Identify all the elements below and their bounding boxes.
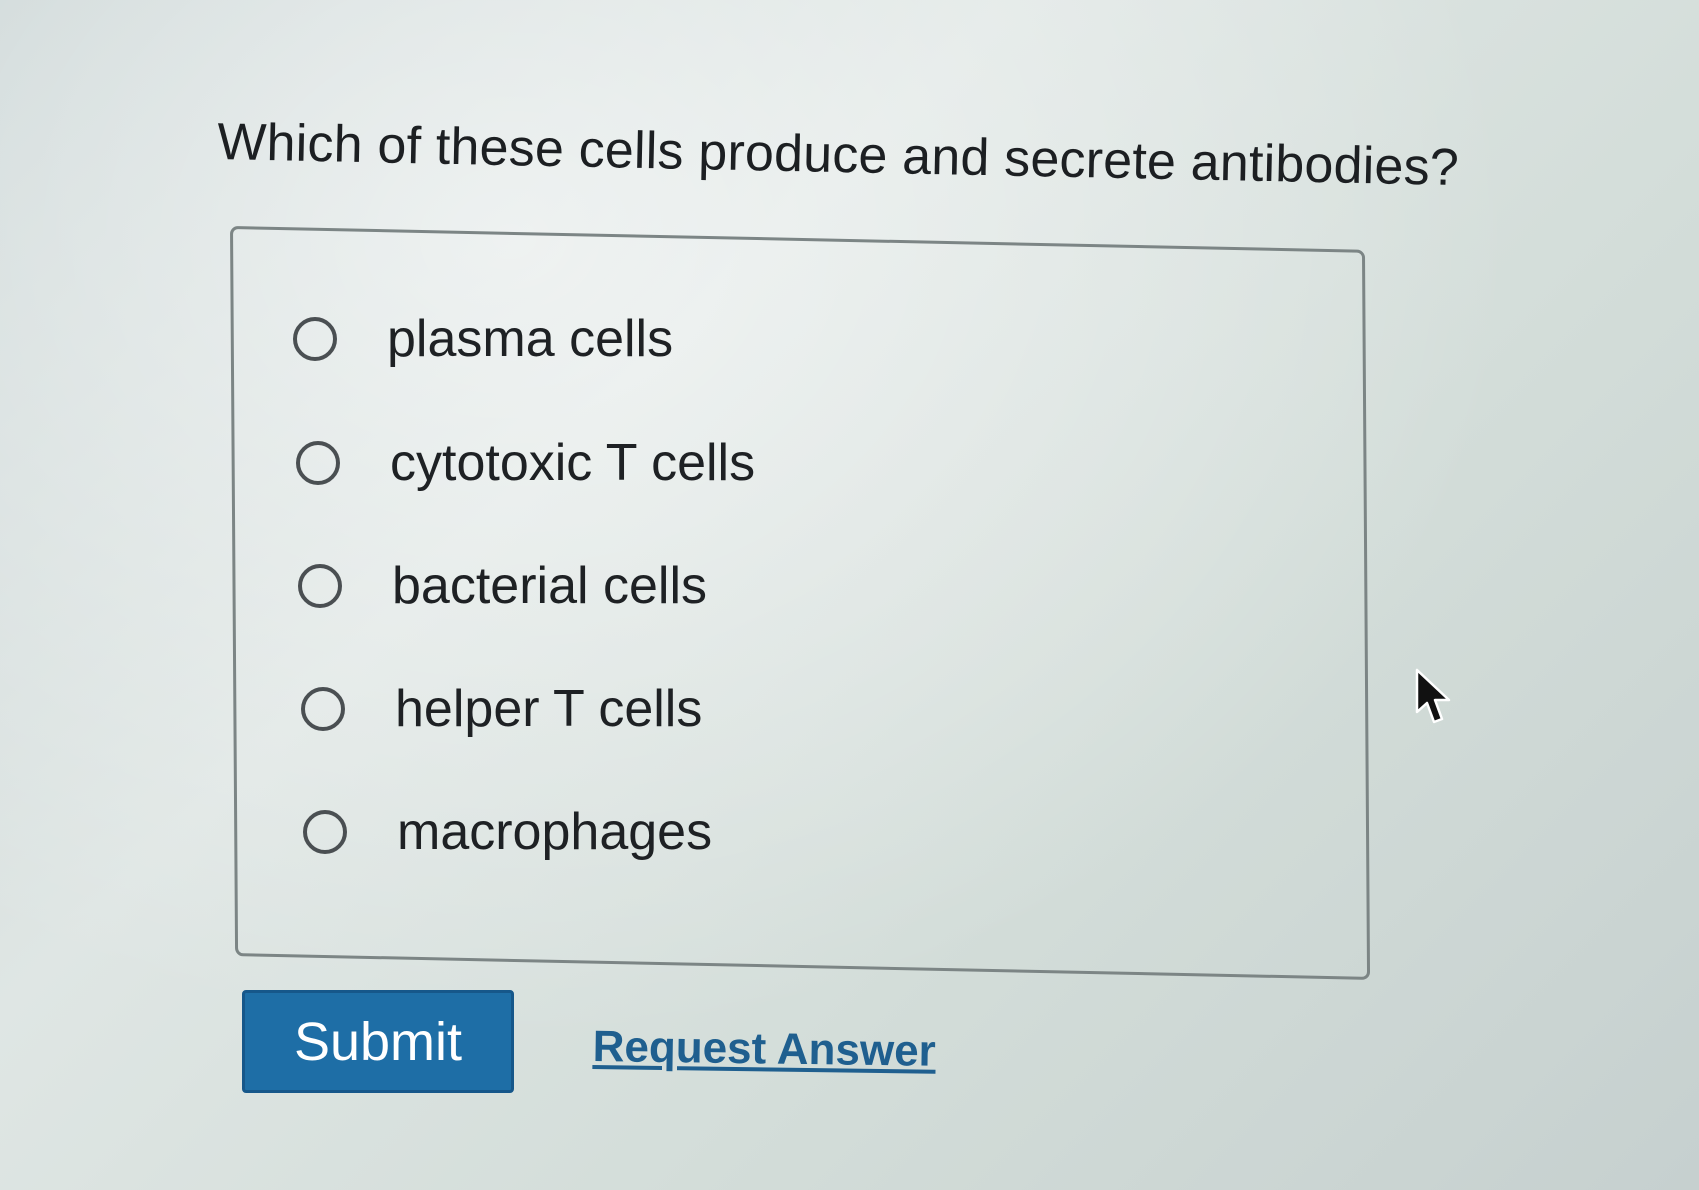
mouse-pointer-icon bbox=[1415, 668, 1451, 724]
radio-unselected-icon[interactable] bbox=[293, 317, 337, 361]
option-bacterial-cells[interactable]: bacterial cells bbox=[298, 551, 707, 621]
submit-button[interactable]: Submit bbox=[242, 990, 514, 1093]
radio-unselected-icon[interactable] bbox=[303, 810, 347, 854]
option-macrophages[interactable]: macrophages bbox=[303, 797, 712, 867]
question-text: Which of these cells produce and secrete… bbox=[216, 112, 1460, 197]
option-helper-t-cells[interactable]: helper T cells bbox=[301, 674, 702, 744]
radio-unselected-icon[interactable] bbox=[296, 441, 340, 485]
radio-unselected-icon[interactable] bbox=[301, 687, 345, 731]
option-cytotoxic-t-cells[interactable]: cytotoxic T cells bbox=[296, 428, 755, 498]
option-plasma-cells[interactable]: plasma cells bbox=[293, 304, 673, 374]
option-label: plasma cells bbox=[387, 310, 674, 368]
option-label: bacterial cells bbox=[392, 557, 708, 615]
option-label: helper T cells bbox=[395, 680, 703, 738]
request-answer-link[interactable]: Request Answer bbox=[592, 1022, 936, 1077]
quiz-page: Which of these cells produce and secrete… bbox=[0, 0, 1699, 1190]
option-label: cytotoxic T cells bbox=[390, 434, 756, 492]
radio-unselected-icon[interactable] bbox=[298, 564, 342, 608]
option-label: macrophages bbox=[397, 803, 713, 861]
